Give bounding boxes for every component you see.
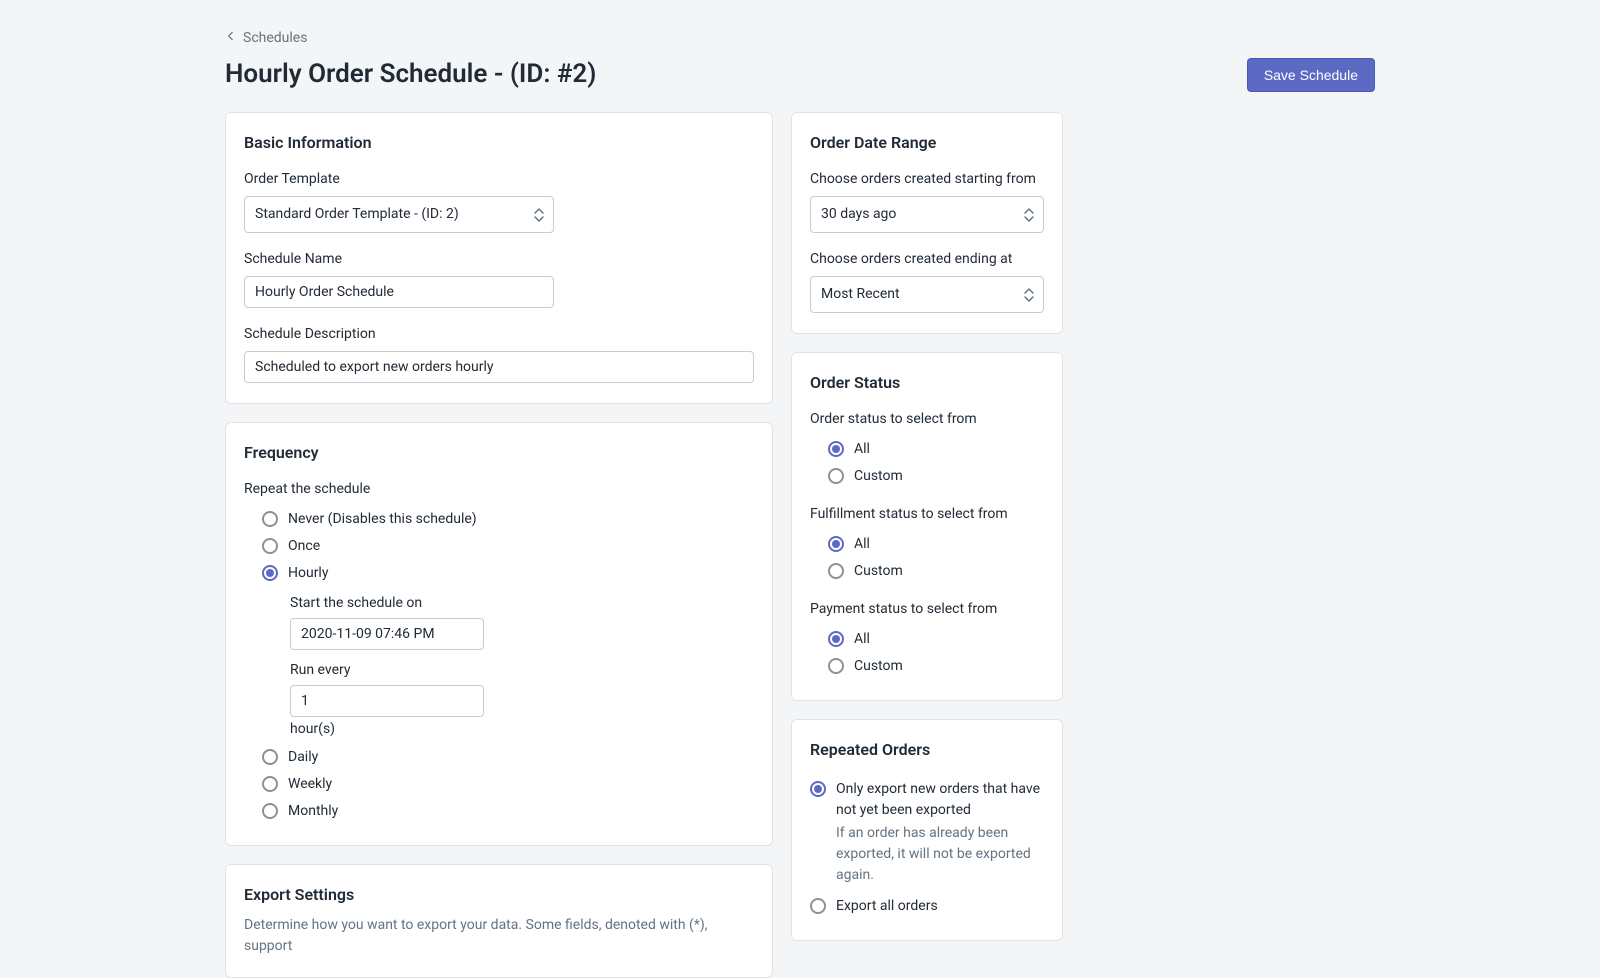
payment-status-label: Payment status to select from	[810, 599, 1044, 620]
radio-icon	[262, 565, 278, 581]
order-status-all-label: All	[854, 439, 870, 460]
frequency-option-weekly[interactable]: Weekly	[244, 771, 754, 798]
run-every-label: Run every	[290, 660, 754, 681]
repeated-new-label: Only export new orders that have not yet…	[836, 779, 1044, 821]
frequency-option-daily[interactable]: Daily	[244, 744, 754, 771]
export-settings-description: Determine how you want to export your da…	[244, 915, 754, 957]
frequency-weekly-label: Weekly	[288, 774, 332, 795]
radio-icon	[262, 538, 278, 554]
hourly-start-input[interactable]	[290, 618, 484, 650]
frequency-daily-label: Daily	[288, 747, 318, 768]
radio-icon	[810, 898, 826, 914]
date-starting-label: Choose orders created starting from	[810, 169, 1044, 190]
order-template-select[interactable]: Standard Order Template - (ID: 2)	[244, 196, 554, 233]
hourly-start-label: Start the schedule on	[290, 593, 754, 614]
order-date-range-heading: Order Date Range	[810, 131, 1044, 155]
payment-custom-label: Custom	[854, 656, 903, 677]
frequency-never-label: Never (Disables this schedule)	[288, 509, 477, 530]
repeated-orders-new[interactable]: Only export new orders that have not yet…	[810, 776, 1044, 889]
order-date-range-card: Order Date Range Choose orders created s…	[791, 112, 1063, 334]
frequency-hourly-label: Hourly	[288, 563, 328, 584]
chevron-left-icon	[225, 28, 237, 49]
frequency-monthly-label: Monthly	[288, 801, 338, 822]
save-schedule-button[interactable]: Save Schedule	[1247, 58, 1375, 92]
frequency-once-label: Once	[288, 536, 320, 557]
frequency-option-hourly[interactable]: Hourly	[244, 560, 754, 587]
order-status-all[interactable]: All	[810, 436, 1044, 463]
fulfillment-status-label: Fulfillment status to select from	[810, 504, 1044, 525]
order-status-label: Order status to select from	[810, 409, 1044, 430]
payment-status-all[interactable]: All	[810, 626, 1044, 653]
breadcrumb-label: Schedules	[243, 28, 307, 49]
page-title: Hourly Order Schedule - (ID: #2)	[225, 55, 596, 94]
schedule-description-input[interactable]	[244, 351, 754, 383]
repeated-orders-all[interactable]: Export all orders	[810, 893, 1044, 920]
export-settings-card: Export Settings Determine how you want t…	[225, 864, 773, 978]
export-settings-heading: Export Settings	[244, 883, 754, 907]
date-ending-select[interactable]: Most Recent	[810, 276, 1044, 313]
radio-icon	[810, 781, 826, 797]
radio-icon	[262, 511, 278, 527]
frequency-option-once[interactable]: Once	[244, 533, 754, 560]
order-status-card: Order Status Order status to select from…	[791, 352, 1063, 701]
order-template-label: Order Template	[244, 169, 754, 190]
fulfillment-custom-label: Custom	[854, 561, 903, 582]
order-status-custom-label: Custom	[854, 466, 903, 487]
radio-icon	[262, 803, 278, 819]
frequency-card: Frequency Repeat the schedule Never (Dis…	[225, 422, 773, 846]
fulfillment-all-label: All	[854, 534, 870, 555]
frequency-option-monthly[interactable]: Monthly	[244, 798, 754, 825]
frequency-option-never[interactable]: Never (Disables this schedule)	[244, 506, 754, 533]
schedule-name-input[interactable]	[244, 276, 554, 308]
order-status-custom[interactable]: Custom	[810, 463, 1044, 490]
run-every-unit: hour(s)	[290, 719, 754, 740]
radio-icon	[828, 563, 844, 579]
radio-icon	[828, 441, 844, 457]
repeat-label: Repeat the schedule	[244, 479, 754, 500]
repeated-new-help: If an order has already been exported, i…	[836, 823, 1044, 886]
radio-icon	[262, 776, 278, 792]
date-starting-select[interactable]: 30 days ago	[810, 196, 1044, 233]
order-status-heading: Order Status	[810, 371, 1044, 395]
schedule-name-label: Schedule Name	[244, 249, 754, 270]
radio-icon	[262, 749, 278, 765]
fulfillment-status-all[interactable]: All	[810, 531, 1044, 558]
radio-icon	[828, 536, 844, 552]
schedule-description-label: Schedule Description	[244, 324, 754, 345]
date-ending-label: Choose orders created ending at	[810, 249, 1044, 270]
breadcrumb-back[interactable]: Schedules	[225, 28, 307, 49]
basic-information-card: Basic Information Order Template Standar…	[225, 112, 773, 404]
frequency-heading: Frequency	[244, 441, 754, 465]
fulfillment-status-custom[interactable]: Custom	[810, 558, 1044, 585]
run-every-input[interactable]	[290, 685, 484, 717]
payment-all-label: All	[854, 629, 870, 650]
radio-icon	[828, 631, 844, 647]
repeated-all-label: Export all orders	[836, 896, 938, 917]
payment-status-custom[interactable]: Custom	[810, 653, 1044, 680]
basic-information-heading: Basic Information	[244, 131, 754, 155]
radio-icon	[828, 468, 844, 484]
radio-icon	[828, 658, 844, 674]
repeated-orders-card: Repeated Orders Only export new orders t…	[791, 719, 1063, 941]
repeated-orders-heading: Repeated Orders	[810, 738, 1044, 762]
